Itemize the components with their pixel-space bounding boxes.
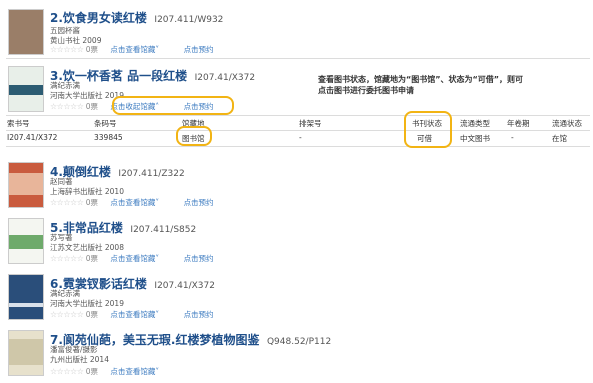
highlight-location — [176, 126, 212, 146]
col-shelf: 排架号 — [299, 119, 322, 128]
book-year: 2010 — [104, 187, 124, 196]
col-circulation: 流通状态 — [552, 119, 582, 128]
book-year: 2019 — [104, 299, 124, 308]
reserve-link[interactable]: 点击预约 — [184, 310, 214, 319]
call-number: Q948.52/P112 — [266, 337, 332, 347]
vote-count: 0票 — [85, 198, 99, 207]
chevron-down-icon: ˅ — [155, 367, 160, 376]
book-publisher: 河南大学出版社 — [50, 299, 103, 308]
reserve-link[interactable]: 点击预约 — [184, 45, 214, 54]
cell-circulation: 在馆 — [552, 134, 567, 143]
cell-call-no: I207.41/X372 — [7, 133, 58, 142]
call-number: I207.41/X372 — [154, 281, 215, 291]
rating-stars[interactable]: ☆☆☆☆☆ — [50, 45, 84, 54]
reserve-link[interactable]: 点击预约 — [184, 198, 214, 207]
book-title[interactable]: 2.饮食男女读红楼 — [50, 11, 147, 25]
vote-count: 0票 — [85, 310, 99, 319]
rating-stars[interactable]: ☆☆☆☆☆ — [50, 367, 84, 376]
vote-count: 0票 — [85, 367, 99, 376]
book-cover[interactable] — [8, 9, 44, 55]
book-year: 2008 — [104, 243, 124, 252]
col-call-no: 索书号 — [7, 119, 30, 128]
book-cover[interactable] — [8, 66, 44, 112]
chevron-down-icon: ˅ — [155, 45, 160, 54]
book-cover[interactable] — [8, 274, 44, 320]
reserve-link[interactable]: 点击预约 — [184, 254, 214, 263]
col-barcode: 条码号 — [94, 119, 117, 128]
holdings-header-row: 索书号 条码号 馆藏地 排架号 书刊状态 流通类型 年卷期 流通状态 — [7, 118, 587, 130]
vote-count: 0票 — [85, 254, 99, 263]
call-number: I207.411/S852 — [130, 225, 197, 235]
cell-barcode: 339845 — [94, 133, 123, 142]
view-holdings-link[interactable]: 点击查看馆藏 — [110, 254, 155, 263]
vote-count: 0票 — [85, 45, 99, 54]
view-holdings-link[interactable]: 点击查看馆藏 — [110, 310, 155, 319]
book-year: 2014 — [89, 355, 109, 364]
call-number: I207.411/W932 — [154, 15, 224, 25]
book-author: 潘富俊著/摄影 — [50, 345, 98, 354]
rating-stars[interactable]: ☆☆☆☆☆ — [50, 254, 84, 263]
book-author: 满纪赤满 — [50, 81, 80, 90]
book-publisher: 上海辞书出版社 — [50, 187, 103, 196]
book-cover[interactable] — [8, 162, 44, 208]
view-holdings-link[interactable]: 点击查看馆藏 — [110, 198, 155, 207]
book-cover[interactable] — [8, 330, 44, 376]
cell-volume: - — [511, 133, 514, 142]
call-number: I207.41/X372 — [194, 73, 256, 83]
rating-stars[interactable]: ☆☆☆☆☆ — [50, 310, 84, 319]
instruction-note: 查看图书状态，馆藏地为“图书馆”、状态为“可借”，则可点击图书进行委托图书申请 — [318, 75, 524, 95]
call-number: I207.411/Z322 — [118, 169, 185, 179]
chevron-down-icon: ˅ — [155, 254, 160, 263]
col-type: 流通类型 — [460, 119, 490, 128]
book-publisher: 河南大学出版社 — [50, 91, 103, 100]
book-publisher: 九州出版社 — [50, 355, 88, 364]
book-publisher: 江苏文艺出版社 — [50, 243, 103, 252]
col-volume: 年卷期 — [507, 119, 530, 128]
book-cover[interactable] — [8, 218, 44, 264]
book-author: 赵同著 — [50, 177, 73, 186]
rating-stars[interactable]: ☆☆☆☆☆ — [50, 102, 84, 111]
highlight-collapse — [112, 96, 234, 115]
cell-shelf: - — [299, 133, 302, 142]
view-holdings-link[interactable]: 点击查看馆藏 — [110, 367, 155, 376]
book-author: 苏写著 — [50, 233, 73, 242]
highlight-status — [404, 111, 452, 148]
chevron-down-icon: ˅ — [155, 310, 160, 319]
view-holdings-link[interactable]: 点击查看馆藏 — [110, 45, 155, 54]
chevron-down-icon: ˅ — [155, 198, 160, 207]
rating-stars[interactable]: ☆☆☆☆☆ — [50, 198, 84, 207]
book-author: 满纪赤满 — [50, 289, 80, 298]
cell-type: 中文图书 — [460, 134, 490, 143]
vote-count: 0票 — [85, 102, 99, 111]
book-author: 五园杯酱 — [50, 26, 80, 35]
holdings-row[interactable]: I207.41/X372 339845 图书馆 - 可借 中文图书 - 在馆 — [7, 133, 587, 145]
